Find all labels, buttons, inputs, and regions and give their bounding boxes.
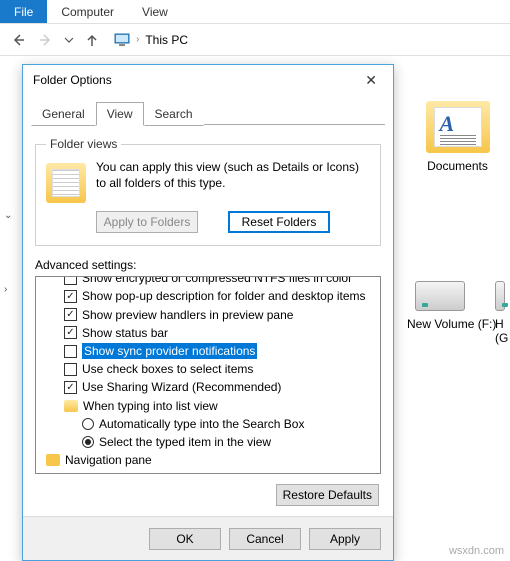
advanced-settings-tree[interactable]: ✓Show drive lettersShow encrypted or com… [35, 276, 381, 474]
tree-item[interactable]: ✓ Show status bar [38, 324, 378, 342]
tree-item-label: When typing into list view [83, 398, 218, 414]
documents-folder[interactable]: A Documents [415, 101, 500, 173]
ribbon-file-tab[interactable]: File [0, 0, 47, 23]
tree-item-label: Show encrypted or compressed NTFS files … [82, 276, 352, 286]
dialog-titlebar[interactable]: Folder Options ✕ [23, 65, 393, 95]
checkbox-icon[interactable] [64, 363, 77, 376]
checkbox-icon[interactable]: ✓ [64, 326, 77, 339]
tree-item-label: Show status bar [82, 325, 168, 341]
tree-item-label: Show pop-up description for folder and d… [82, 288, 366, 304]
tab-search[interactable]: Search [144, 102, 204, 126]
drive-icon [495, 281, 505, 311]
folder-icon [64, 400, 78, 412]
folder-options-dialog: Folder Options ✕ General View Search Fol… [22, 64, 394, 561]
dialog-title: Folder Options [33, 73, 359, 87]
close-icon[interactable]: ✕ [359, 70, 383, 91]
tree-item-label: Show sync provider notifications [82, 343, 257, 359]
drive-label2: (G [495, 331, 510, 345]
folder-views-legend: Folder views [46, 137, 121, 151]
tree-item[interactable]: Navigation pane [38, 451, 378, 469]
dialog-tabs: General View Search [23, 95, 393, 125]
forward-icon[interactable] [34, 28, 58, 52]
tree-item[interactable]: ✓ Show pop-up description for folder and … [38, 287, 378, 305]
folder-label: Documents [415, 159, 500, 173]
recent-dropdown-icon[interactable] [62, 28, 76, 52]
apply-button[interactable]: Apply [309, 528, 381, 550]
breadcrumb-location[interactable]: This PC [145, 33, 188, 47]
tree-item-label: Show preview handlers in preview pane [82, 307, 293, 323]
tree-item-label: Select the typed item in the view [99, 434, 271, 450]
drive-icon [415, 281, 465, 311]
folder-views-icon [46, 163, 86, 203]
ribbon-view-tab[interactable]: View [128, 0, 182, 23]
radio-icon[interactable] [82, 418, 94, 430]
ok-button[interactable]: OK [149, 528, 221, 550]
checkbox-icon[interactable]: ✓ [64, 381, 77, 394]
ribbon-computer-tab[interactable]: Computer [47, 0, 128, 23]
tree-item[interactable]: Show encrypted or compressed NTFS files … [38, 276, 378, 287]
cancel-button[interactable]: Cancel [229, 528, 301, 550]
apply-to-folders-button[interactable]: Apply to Folders [96, 211, 198, 233]
tree-toggle-icon[interactable]: › [4, 280, 18, 299]
tree-item[interactable]: When typing into list view [38, 397, 378, 415]
tree-item[interactable]: Automatically type into the Search Box [38, 415, 378, 433]
folder-views-group: Folder views You can apply this view (su… [35, 137, 381, 246]
tree-toggle-icon[interactable]: ⌄ [4, 206, 18, 225]
watermark: wsxdn.com [449, 545, 504, 557]
checkbox-icon[interactable] [64, 345, 77, 358]
tree-item-label: Use Sharing Wizard (Recommended) [82, 379, 281, 395]
checkbox-icon[interactable]: ✓ [64, 308, 77, 321]
tree-item[interactable]: ✓ Use Sharing Wizard (Recommended) [38, 378, 378, 396]
checkbox-icon[interactable]: ✓ [64, 290, 77, 303]
tree-item-label: Automatically type into the Search Box [99, 416, 304, 432]
tree-item[interactable]: Use check boxes to select items [38, 360, 378, 378]
tab-general[interactable]: General [31, 102, 96, 126]
advanced-settings-label: Advanced settings: [35, 258, 381, 272]
tree-item[interactable]: ✓ Show preview handlers in preview pane [38, 306, 378, 324]
chevron-right-icon: › [136, 34, 139, 45]
dialog-buttons: OK Cancel Apply [23, 516, 393, 560]
tree-item[interactable]: Show sync provider notifications [38, 342, 378, 360]
back-icon[interactable] [6, 28, 30, 52]
folder-icon: A [426, 101, 490, 153]
tab-view[interactable]: View [96, 102, 144, 126]
reset-folders-button[interactable]: Reset Folders [228, 211, 330, 233]
drive-partial[interactable]: H (G [495, 281, 510, 345]
navigation-pane-icon [46, 454, 60, 466]
drive-label: H [495, 317, 510, 331]
ribbon: File Computer View [0, 0, 510, 24]
tree-item-label: Use check boxes to select items [82, 361, 253, 377]
tree-item[interactable]: Select the typed item in the view [38, 433, 378, 451]
this-pc-icon [114, 32, 130, 48]
up-icon[interactable] [80, 28, 104, 52]
checkbox-icon[interactable] [64, 276, 77, 285]
breadcrumb[interactable]: › This PC [114, 32, 188, 48]
navbar: › This PC [0, 24, 510, 56]
radio-icon[interactable] [82, 436, 94, 448]
restore-defaults-button[interactable]: Restore Defaults [276, 484, 379, 506]
tree-item-label: Navigation pane [65, 452, 152, 468]
folder-views-desc: You can apply this view (such as Details… [96, 159, 370, 191]
